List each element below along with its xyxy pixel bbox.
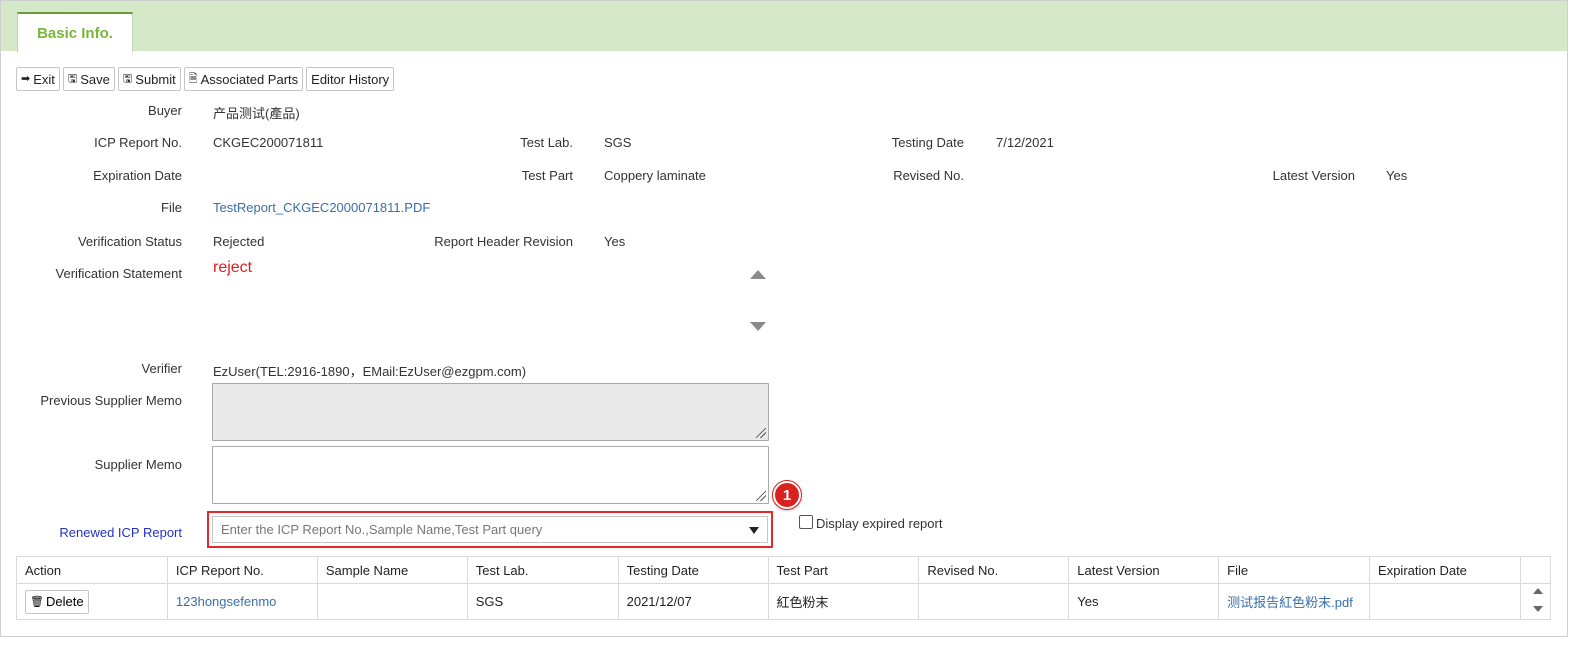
verification-statement-label: Verification Statement [55, 266, 182, 281]
testing-date-value: 7/12/2021 [996, 135, 1054, 150]
column-header-expiration-date: Expiration Date [1369, 556, 1521, 584]
verifier-label: Verifier [141, 361, 182, 376]
buyer-value: 产品测试(產品) [213, 106, 300, 121]
previous-supplier-memo-textarea [212, 383, 769, 441]
associated-parts-button[interactable]: 🗎 Associated Parts [183, 67, 304, 91]
cell-testing-date: 2021/12/07 [617, 583, 769, 620]
verifier-value: EzUser(TEL:2916-1890，EMail:EzUser@ezgpm.… [213, 364, 527, 379]
exit-button[interactable]: ➡ Exit [16, 67, 60, 91]
cell-sample-name [316, 583, 468, 620]
cell-file: 测试报告紅色粉末.pdf [1218, 583, 1371, 620]
resize-grip-icon[interactable] [756, 428, 766, 438]
display-expired-report-toggle[interactable]: Display expired report [799, 514, 943, 531]
renewed-reports-table: Action ICP Report No. Sample Name Test L… [16, 556, 1552, 620]
testing-date-label: Testing Date [891, 135, 964, 150]
column-header-action: Action [16, 556, 168, 584]
renewed-icp-report-select[interactable]: Enter the ICP Report No.,Sample Name,Tes… [212, 516, 768, 543]
report-header-revision-value: Yes [604, 234, 626, 249]
verification-status-label: Verification Status [77, 234, 182, 249]
file-label: File [161, 200, 182, 215]
previous-supplier-memo-label: Previous Supplier Memo [40, 393, 182, 408]
cell-revised-no [918, 583, 1070, 620]
editor-history-button[interactable]: Editor History [306, 67, 395, 91]
exit-icon: ➡ [21, 72, 31, 85]
column-header-icp-report-no: ICP Report No. [166, 556, 318, 584]
associated-parts-label: Associated Parts [200, 71, 299, 87]
scroll-down-arrow-icon[interactable] [750, 322, 766, 331]
cell-test-lab: SGS [466, 583, 619, 620]
scroll-up-arrow-icon[interactable] [750, 270, 766, 279]
column-header-file: File [1218, 556, 1371, 584]
dropdown-caret-icon[interactable] [749, 527, 759, 534]
floppy-disk-icon: 🖫 [122, 72, 133, 85]
file-link[interactable]: TestReport_CKGEC2000071811.PDF [213, 200, 430, 215]
save-label: Save [80, 71, 110, 87]
column-header-test-lab: Test Lab. [466, 556, 619, 584]
display-expired-report-checkbox[interactable] [799, 514, 813, 529]
renewed-icp-report-placeholder: Enter the ICP Report No.,Sample Name,Tes… [221, 522, 543, 537]
cell-icp-report-no: 123hongsefenmo [166, 583, 318, 620]
revised-no-label: Revised No. [893, 168, 964, 183]
test-lab-value: SGS [604, 135, 632, 150]
floppy-disk-icon: 🖫 [67, 72, 78, 85]
submit-button[interactable]: 🖫 Submit [117, 67, 181, 91]
tab-bar: Basic Info. [1, 1, 1567, 52]
cell-expiration-date [1369, 583, 1521, 620]
icp-report-link[interactable]: 123hongsefenmo [176, 594, 276, 609]
file-download-link[interactable]: 测试报告紅色粉末.pdf [1227, 595, 1353, 610]
trash-icon: 🗑 [30, 596, 44, 608]
icp-report-no-label: ICP Report No. [94, 135, 182, 150]
table-scroll-down-icon[interactable] [1533, 606, 1543, 612]
delete-label: Delete [45, 594, 84, 609]
column-header-sample-name: Sample Name [316, 556, 468, 584]
editor-history-label: Editor History [311, 71, 390, 87]
buyer-label: Buyer [148, 103, 182, 118]
report-header-revision-label: Report Header Revision [434, 234, 573, 249]
latest-version-label: Latest Version [1272, 168, 1355, 183]
column-header-test-part: Test Part [767, 556, 920, 584]
test-part-label: Test Part [521, 168, 573, 183]
save-button[interactable]: 🖫 Save [62, 67, 115, 91]
cell-test-part: 紅色粉末 [767, 583, 920, 620]
submit-label: Submit [135, 71, 176, 87]
tab-basic-info[interactable]: Basic Info. [17, 12, 133, 52]
exit-label: Exit [33, 71, 55, 87]
column-header-spacer [1519, 556, 1552, 584]
supplier-memo-label: Supplier Memo [94, 457, 182, 472]
latest-version-value: Yes [1386, 168, 1408, 183]
icp-report-no-value: CKGEC200071811 [213, 135, 324, 150]
column-header-revised-no: Revised No. [918, 556, 1070, 584]
column-header-testing-date: Testing Date [617, 556, 769, 584]
test-part-value: Coppery laminate [604, 168, 706, 183]
document-icon: 🗎 [188, 72, 198, 85]
test-lab-label: Test Lab. [520, 135, 573, 150]
cell-action: 🗑 Delete [16, 583, 168, 620]
table-row: 🗑 Delete 123hongsefenmo SGS 2021/12/07 紅… [16, 583, 1552, 620]
renewed-icp-report-label: Renewed ICP Report [59, 525, 182, 540]
table-header-row: Action ICP Report No. Sample Name Test L… [16, 556, 1552, 584]
display-expired-report-label: Display expired report [816, 516, 943, 531]
delete-button[interactable]: 🗑 Delete [25, 589, 89, 614]
toolbar: ➡ Exit 🖫 Save 🖫 Submit 🗎 Associated Part… [16, 67, 395, 91]
expiration-date-label: Expiration Date [93, 168, 182, 183]
verification-status-value: Rejected [213, 234, 265, 249]
column-header-latest-version: Latest Version [1068, 556, 1220, 584]
callout-number-badge: 1 [773, 481, 801, 509]
resize-grip-icon[interactable] [756, 491, 766, 501]
supplier-memo-textarea[interactable] [212, 446, 769, 504]
table-scroll-up-icon[interactable] [1533, 588, 1543, 594]
cell-latest-version: Yes [1068, 583, 1220, 620]
verification-statement-value: reject [213, 259, 253, 276]
